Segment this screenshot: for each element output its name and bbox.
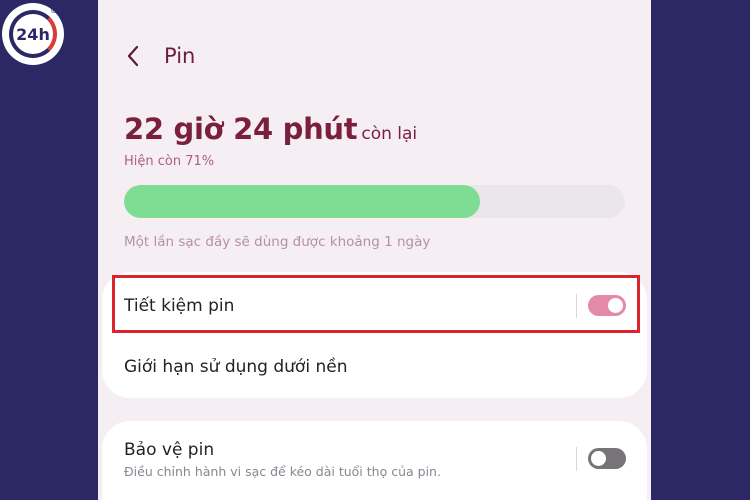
battery-level-bar [124, 185, 625, 218]
battery-time-remaining: 22 giờ 24 phút còn lại [124, 112, 417, 146]
header: Pin [122, 40, 195, 72]
site-logo: 24h ® [2, 3, 64, 65]
logo-text: 24h [16, 24, 50, 44]
time-remaining-suffix: còn lại [361, 124, 418, 144]
toggle-knob [591, 451, 606, 466]
battery-protection-description: Điều chỉnh hành vi sạc để kéo dài tuổi t… [124, 464, 441, 479]
battery-protection-toggle[interactable] [588, 448, 626, 469]
battery-protection-label[interactable]: Bảo vệ pin [124, 440, 214, 460]
background-limits-item[interactable]: Giới hạn sử dụng dưới nền [124, 357, 347, 377]
settings-screen: Pin 22 giờ 24 phút còn lại Hiện còn 71% M… [98, 0, 651, 500]
time-remaining-value: 22 giờ 24 phút [124, 112, 358, 146]
logo-ring: 24h [9, 10, 57, 58]
battery-level-fill [124, 185, 480, 218]
page-title: Pin [164, 44, 196, 68]
battery-estimate-text: Một lần sạc đầy sẽ dùng được khoảng 1 ng… [124, 234, 431, 250]
settings-card-protection: Bảo vệ pin Điều chỉnh hành vi sạc để kéo… [102, 421, 647, 500]
highlight-box [112, 275, 640, 333]
chevron-left-icon[interactable] [122, 40, 144, 72]
battery-percent-text: Hiện còn 71% [124, 154, 215, 169]
registered-mark: ® [50, 6, 58, 15]
row-divider [576, 447, 577, 471]
